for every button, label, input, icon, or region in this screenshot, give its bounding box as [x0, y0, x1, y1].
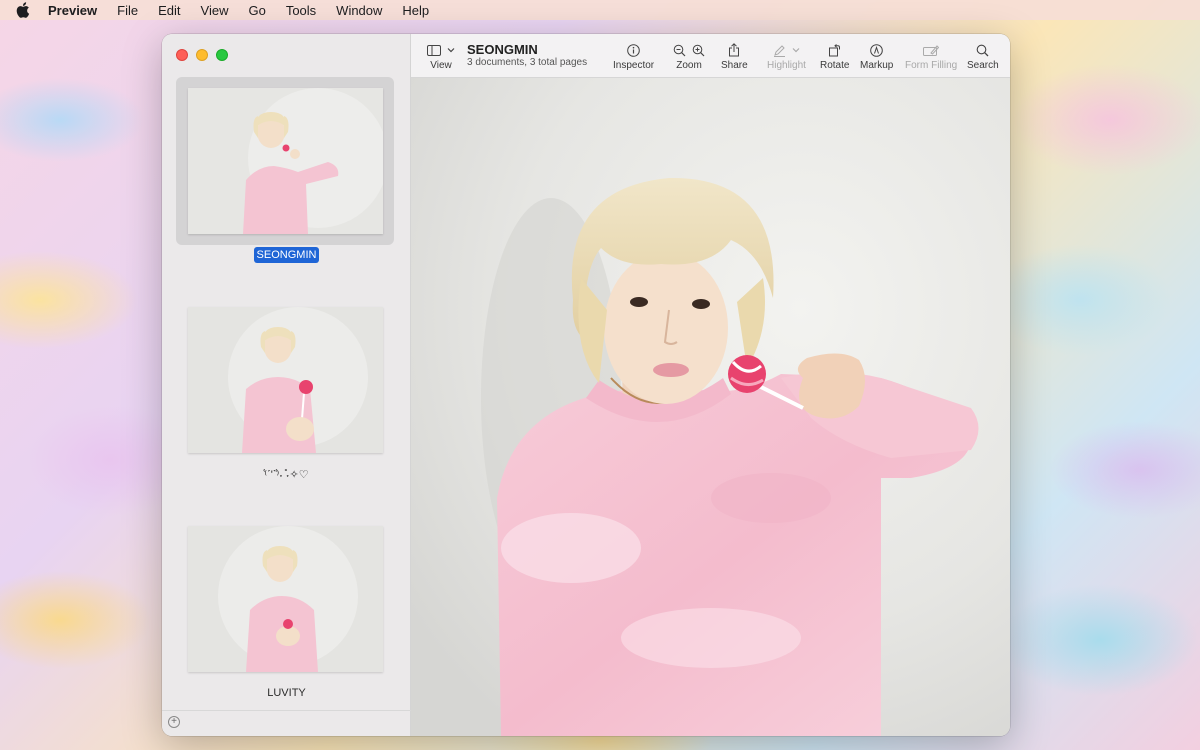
thumbnail-2[interactable]: [176, 296, 394, 464]
thumbnail-3-label[interactable]: LUVITY: [162, 687, 411, 699]
thumbnail-3[interactable]: [176, 515, 394, 683]
minimize-button[interactable]: [196, 49, 208, 61]
close-button[interactable]: [176, 49, 188, 61]
markup-button[interactable]: Markup: [860, 40, 893, 71]
menu-app-name[interactable]: Preview: [48, 3, 97, 18]
share-button[interactable]: Share: [721, 40, 748, 71]
menu-window[interactable]: Window: [336, 3, 382, 18]
chevron-down-icon: [447, 48, 455, 53]
thumbnail-1[interactable]: [176, 77, 394, 245]
view-button[interactable]: View: [427, 40, 455, 71]
thumbnail-2-label[interactable]: ⁽͑ˊ'ˋ⁾͑˖ ̊˖✧♡: [162, 468, 411, 481]
zoom-in-icon[interactable]: [692, 44, 705, 57]
zoom-out-icon[interactable]: [673, 44, 686, 57]
menu-edit[interactable]: Edit: [158, 3, 180, 18]
fullscreen-button[interactable]: [216, 49, 228, 61]
chevron-down-icon: [792, 48, 800, 53]
menu-help[interactable]: Help: [402, 3, 429, 18]
search-button[interactable]: Search: [967, 40, 999, 71]
sidebar-toggle-icon: [427, 44, 441, 56]
form-filling-icon: [923, 44, 940, 56]
menu-file[interactable]: File: [117, 3, 138, 18]
thumbnail-image-1: [187, 88, 383, 234]
thumbnail-1-label[interactable]: SEONGMIN: [162, 247, 411, 263]
document-subtitle: 3 documents, 3 total pages: [467, 57, 588, 68]
add-page-icon[interactable]: +: [168, 716, 180, 728]
search-icon: [976, 44, 989, 56]
zoom-button[interactable]: Zoom: [673, 40, 705, 71]
form-filling-button[interactable]: Form Filling: [905, 40, 957, 71]
thumbnail-image-2: [187, 307, 383, 453]
inspector-button[interactable]: Inspector: [613, 40, 654, 71]
document-title: SEONGMIN: [467, 42, 538, 57]
preview-window: SEONGMIN ⁽͑ˊ'ˋ⁾͑˖ ̊˖✧♡ LUVITY + View SEO…: [162, 34, 1010, 736]
sidebar-divider: [162, 710, 411, 711]
menu-view[interactable]: View: [201, 3, 229, 18]
menu-bar: Preview File Edit View Go Tools Window H…: [0, 0, 1200, 20]
toolbar: View SEONGMIN 3 documents, 3 total pages…: [411, 34, 1010, 78]
info-icon: [627, 43, 640, 57]
rotate-icon: [829, 43, 841, 56]
rotate-button[interactable]: Rotate: [820, 40, 849, 71]
markup-pen-icon: [870, 43, 883, 57]
main-photo: [411, 78, 1010, 736]
highlighter-icon: [773, 44, 785, 57]
window-controls: [176, 49, 228, 61]
highlight-button[interactable]: Highlight: [767, 40, 806, 71]
sidebar: SEONGMIN ⁽͑ˊ'ˋ⁾͑˖ ̊˖✧♡ LUVITY +: [162, 34, 411, 736]
document-canvas[interactable]: [411, 78, 1010, 736]
share-icon: [729, 43, 740, 57]
menu-go[interactable]: Go: [248, 3, 265, 18]
thumbnail-image-3: [187, 526, 383, 672]
apple-icon[interactable]: [16, 2, 30, 18]
menu-tools[interactable]: Tools: [286, 3, 316, 18]
